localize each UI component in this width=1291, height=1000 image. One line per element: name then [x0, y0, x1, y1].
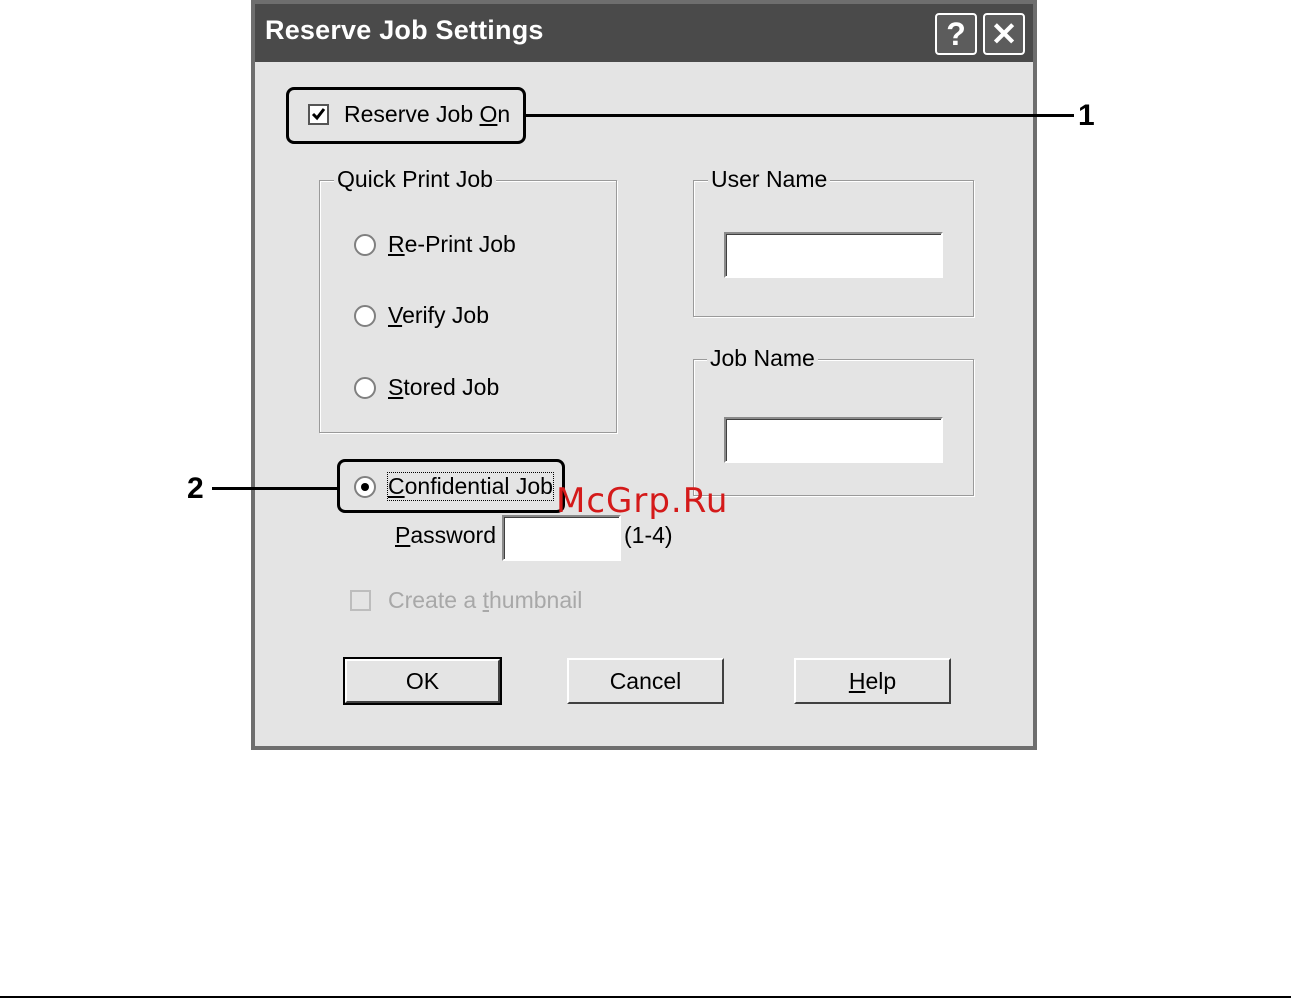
page-bottom-rule	[0, 996, 1291, 998]
help-accel: H	[848, 667, 866, 694]
stored-rest: tored Job	[403, 374, 500, 400]
callout-2-frame	[337, 459, 565, 513]
password-label: Password	[395, 522, 496, 549]
user-name-title: User Name	[708, 166, 831, 193]
callout-2-number: 2	[187, 472, 204, 505]
callout-2-line	[212, 487, 337, 490]
reprint-accel: R	[388, 231, 405, 257]
ok-button[interactable]: OK	[343, 657, 502, 705]
quick-print-job-title: Quick Print Job	[334, 166, 496, 193]
help-title-button[interactable]: ?	[935, 13, 977, 55]
verify-rest: erify Job	[402, 302, 490, 328]
cancel-button[interactable]: Cancel	[567, 658, 724, 704]
question-mark-icon: ?	[946, 15, 966, 52]
reprint-rest: e-Print Job	[404, 231, 516, 257]
user-name-input[interactable]	[724, 232, 943, 278]
verify-job-radio[interactable]	[354, 305, 376, 327]
password-rest: assword	[410, 522, 496, 548]
help-button[interactable]: Help	[794, 658, 951, 704]
close-button[interactable]: ✕	[983, 13, 1025, 55]
watermark-text: McGrp.Ru	[556, 481, 729, 521]
close-icon: ✕	[990, 16, 1018, 52]
dialog-title: Reserve Job Settings	[265, 15, 544, 45]
password-input[interactable]	[502, 515, 621, 561]
help-rest: elp	[865, 667, 897, 694]
thumbnail-prefix: Create a	[388, 587, 483, 613]
create-thumbnail-checkbox[interactable]	[350, 590, 371, 611]
job-name-title: Job Name	[707, 345, 818, 372]
verify-job-label[interactable]: Verify Job	[388, 302, 489, 329]
stored-accel: S	[388, 374, 404, 400]
reprint-job-label[interactable]: Re-Print Job	[388, 231, 516, 258]
verify-accel: V	[388, 302, 403, 328]
stored-job-radio[interactable]	[354, 377, 376, 399]
reprint-job-radio[interactable]	[354, 234, 376, 256]
stored-job-label[interactable]: Stored Job	[388, 374, 499, 401]
password-range-hint: (1-4)	[624, 522, 673, 548]
thumbnail-rest: humbnail	[489, 587, 583, 613]
callout-1-line	[526, 114, 1074, 117]
callout-1-frame	[286, 87, 526, 144]
job-name-input[interactable]	[724, 417, 943, 463]
password-accel: P	[395, 522, 411, 548]
create-thumbnail-label[interactable]: Create a thumbnail	[388, 587, 582, 614]
callout-1-number: 1	[1078, 99, 1095, 132]
